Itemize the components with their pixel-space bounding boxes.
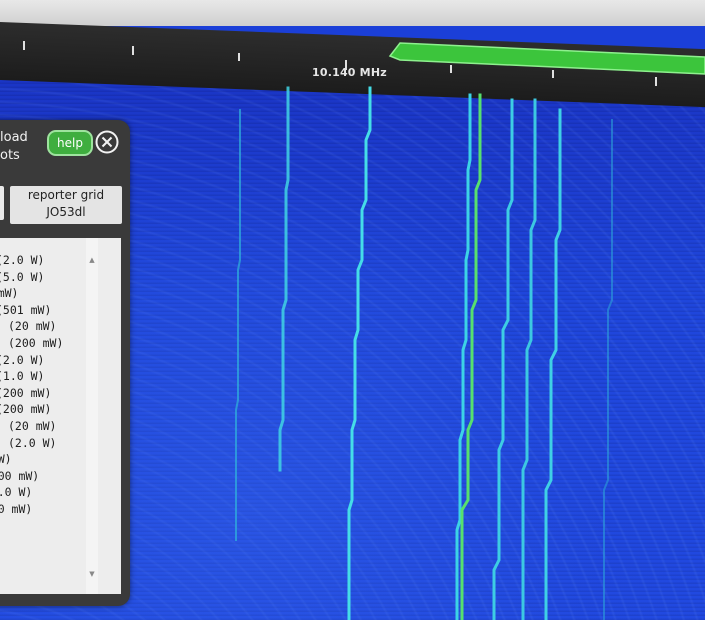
signal-trace <box>235 109 241 541</box>
signal-trace <box>492 98 514 620</box>
close-icon[interactable] <box>95 130 119 154</box>
spot-row: 200 mW) <box>0 286 19 301</box>
spots-list[interactable]: 3 (20 mW) ) (1.0 W) ) (100 mW)00 mW) (2.0 W… <box>0 238 121 594</box>
spot-row: (2.0 W) <box>0 352 45 367</box>
download-spots-link-cont[interactable]: ots <box>0 148 20 163</box>
panel-field-partial[interactable] <box>0 186 4 220</box>
spot-row: (200 mW) <box>0 402 52 417</box>
spot-row: (200 mW) <box>8 336 64 350</box>
reporter-grid-value: JO53dl <box>46 205 86 219</box>
wspr-waterfall-screen: 10.140 MHz load ots help reporter grid J… <box>0 0 705 620</box>
signal-trace <box>460 93 482 620</box>
help-button[interactable]: help <box>47 130 93 156</box>
spot-row: ) (1.0 W) <box>0 485 33 500</box>
signal-trace <box>603 119 613 620</box>
signal-trace <box>347 86 372 620</box>
reporter-grid-label: reporter grid <box>27 188 105 202</box>
spot-row: (501 mW) <box>0 302 52 317</box>
scroll-up-arrow-icon[interactable]: ▲ <box>87 256 97 264</box>
list-scrollbar[interactable] <box>86 238 98 594</box>
spot-row: (2.0 W) <box>0 253 45 267</box>
spot-row: (1.0 W) <box>0 369 45 384</box>
spot-row: 3 (20 mW) <box>0 502 33 516</box>
reporter-grid-field[interactable]: reporter grid JO53dl <box>10 186 122 224</box>
spot-row: 00 mW) <box>0 452 12 467</box>
signal-trace <box>521 98 537 620</box>
signal-trace <box>278 86 290 472</box>
spots-panel: load ots help reporter grid JO53dl 3 (20… <box>0 120 130 606</box>
spot-row: (2.0 W) <box>8 435 57 450</box>
scroll-down-arrow-icon[interactable]: ▼ <box>87 570 97 578</box>
spot-row: ) (100 mW) <box>0 468 40 483</box>
spot-row: (20 mW) <box>8 419 57 433</box>
spot-row: (20 mW) <box>8 319 57 334</box>
spot-row: (5.0 W) <box>0 269 45 284</box>
download-spots-link[interactable]: load <box>0 130 28 145</box>
signal-trace <box>544 108 562 620</box>
spot-row: (200 mW) <box>0 385 52 400</box>
